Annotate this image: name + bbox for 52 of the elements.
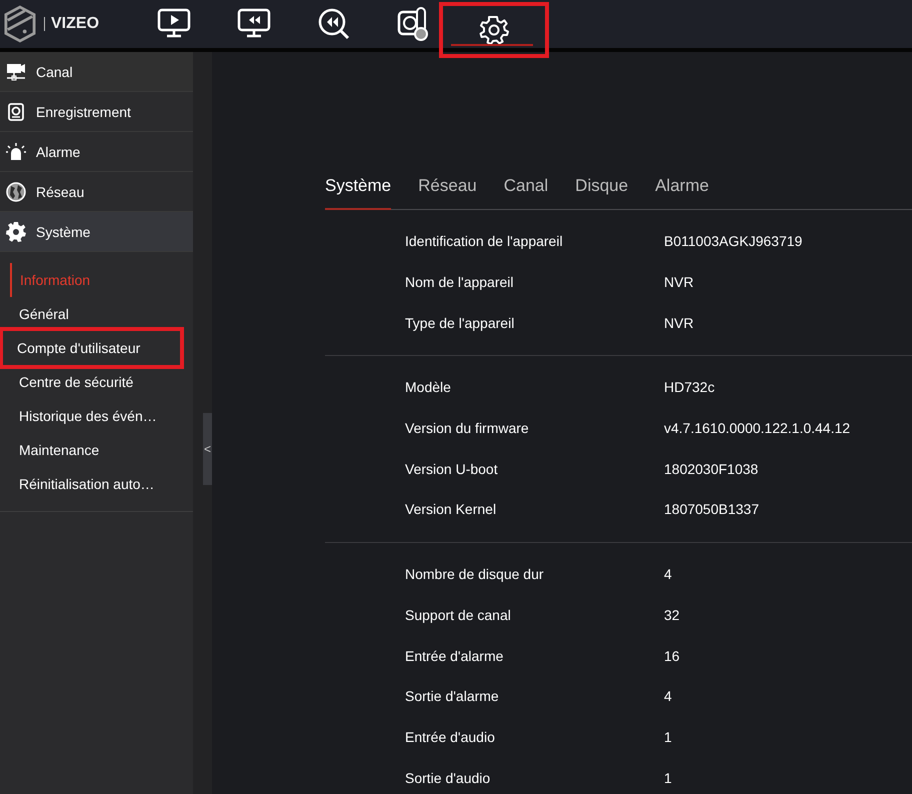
info-label: Nombre de disque dur <box>404 566 545 582</box>
sidebar-item[interactable]: Système <box>0 212 193 252</box>
info-label: Sortie d'audio <box>404 770 492 786</box>
info-value: 4 <box>664 688 672 704</box>
info-label: Entrée d'audio <box>404 728 496 745</box>
tab[interactable]: Alarme <box>655 176 709 210</box>
info-label: Sortie d'alarme <box>404 688 500 704</box>
info-value: 4 <box>664 566 672 582</box>
submenu-item[interactable]: Réinitialisation auto… <box>0 467 183 501</box>
submenu-item[interactable]: Historique des évén… <box>0 399 183 433</box>
info-value: B011003AGKJ963719 <box>664 233 802 250</box>
tab[interactable]: Disque <box>575 176 628 210</box>
info-value: 32 <box>664 606 680 623</box>
settings-icon <box>478 14 510 46</box>
monitor-play-icon <box>157 8 191 40</box>
brand-name: VIZEO <box>44 17 100 31</box>
hexagon-logo-icon <box>4 5 36 43</box>
info-value: 1 <box>664 728 672 745</box>
info-label: Entrée d'alarme <box>404 648 504 664</box>
info-label: Version du firmware <box>404 420 530 436</box>
gear-icon <box>6 222 26 242</box>
info-value: NVR <box>664 314 694 331</box>
toolbar-button[interactable] <box>439 2 549 58</box>
info-label: Nom de l'appareil <box>404 274 515 290</box>
info-label: Modèle <box>404 379 452 396</box>
info-value: 1802030F1038 <box>664 460 758 477</box>
globe-icon <box>6 182 26 202</box>
info-value: NVR <box>664 274 694 290</box>
collapse-handle[interactable]: < <box>203 413 212 485</box>
monitor-rewind-icon <box>237 8 271 40</box>
search-rewind-icon <box>317 7 351 41</box>
info-value: 1 <box>664 770 672 786</box>
sidebar-item[interactable]: Canal <box>0 52 193 92</box>
submenu-item[interactable]: Centre de sécurité <box>0 365 183 399</box>
submenu-item[interactable]: Général <box>0 297 183 331</box>
info-value: v4.7.1610.0000.122.1.0.44.12 <box>664 420 850 436</box>
info-label: Type de l'appareil <box>404 314 516 331</box>
submenu-item[interactable]: Maintenance <box>0 433 183 467</box>
tab[interactable]: Réseau <box>418 176 477 210</box>
camera-icon <box>6 62 26 80</box>
camera-thermometer-icon <box>397 6 431 42</box>
info-label: Support de canal <box>404 606 512 623</box>
info-value: 16 <box>664 648 680 664</box>
info-label: Identification de l'appareil <box>404 233 564 250</box>
tab[interactable]: Canal <box>504 176 548 210</box>
info-value: HD732c <box>664 379 715 396</box>
siren-icon <box>6 142 26 160</box>
recorder-icon <box>7 102 25 120</box>
tab[interactable]: Système <box>325 176 392 210</box>
info-value: 1807050B1337 <box>664 501 759 518</box>
info-label: Version U-boot <box>404 460 499 477</box>
info-label: Version Kernel <box>404 501 498 518</box>
